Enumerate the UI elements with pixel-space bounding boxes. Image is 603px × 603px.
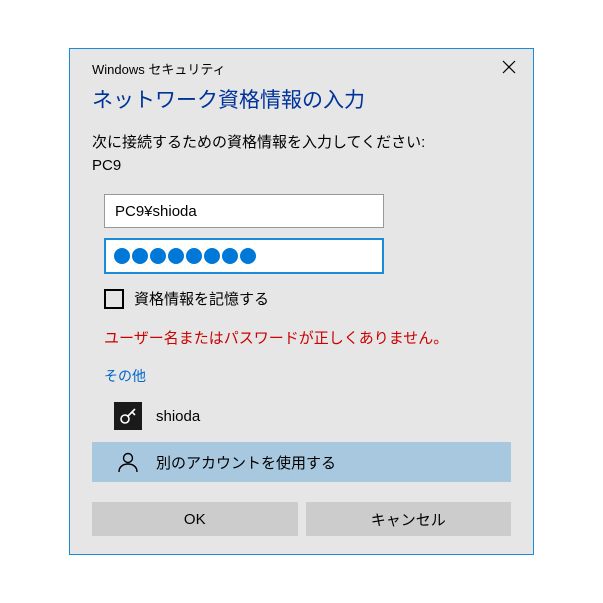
dialog-heading: ネットワーク資格情報の入力 bbox=[70, 82, 533, 132]
credential-option[interactable]: shioda bbox=[104, 396, 511, 436]
username-input[interactable] bbox=[104, 194, 384, 228]
credential-label: shioda bbox=[156, 408, 200, 425]
remember-checkbox[interactable] bbox=[104, 289, 124, 309]
target-name: PC9 bbox=[70, 157, 533, 194]
password-dot bbox=[222, 248, 238, 264]
password-dot bbox=[132, 248, 148, 264]
password-dot bbox=[114, 248, 130, 264]
remember-label: 資格情報を記憶する bbox=[134, 288, 269, 309]
titlebar: Windows セキュリティ bbox=[70, 49, 533, 82]
password-dot bbox=[150, 248, 166, 264]
error-message: ユーザー名またはパスワードが正しくありません。 bbox=[70, 327, 533, 366]
more-options-label: その他 bbox=[70, 366, 533, 396]
password-dot bbox=[168, 248, 184, 264]
password-dot bbox=[204, 248, 220, 264]
password-input[interactable] bbox=[104, 238, 384, 274]
password-dot bbox=[186, 248, 202, 264]
credential-option[interactable]: 別のアカウントを使用する bbox=[92, 442, 511, 482]
cancel-button[interactable]: キャンセル bbox=[306, 502, 512, 536]
user-icon bbox=[114, 448, 142, 476]
credential-label: 別のアカウントを使用する bbox=[156, 452, 336, 473]
credential-dialog: Windows セキュリティ ネットワーク資格情報の入力 次に接続するための資格… bbox=[69, 48, 534, 555]
ok-button[interactable]: OK bbox=[92, 502, 298, 536]
password-dot bbox=[240, 248, 256, 264]
close-icon[interactable] bbox=[497, 59, 521, 78]
window-title: Windows セキュリティ bbox=[92, 59, 497, 78]
key-icon bbox=[114, 402, 142, 430]
instruction-text: 次に接続するための資格情報を入力してください: bbox=[70, 132, 533, 157]
